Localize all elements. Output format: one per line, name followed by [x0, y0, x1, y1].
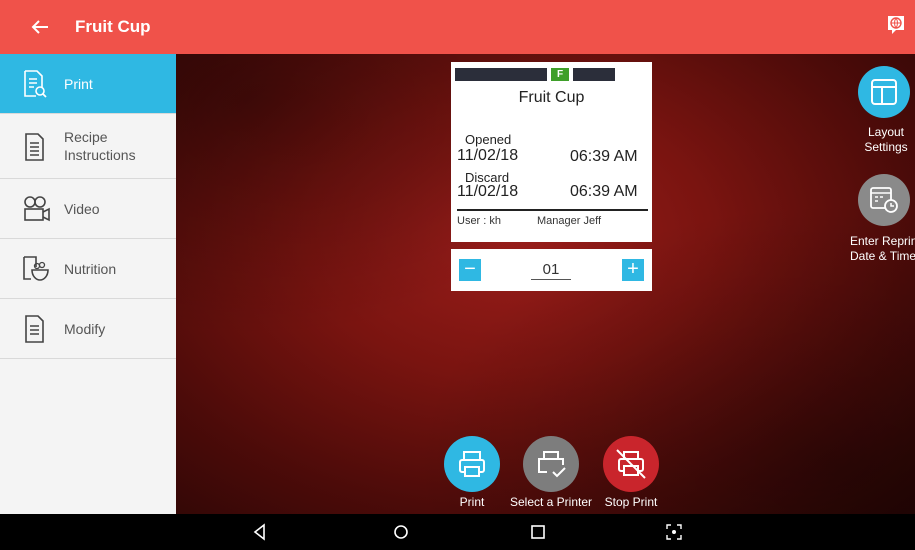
- barcode-bar: [455, 68, 615, 81]
- calendar-clock-icon: [870, 187, 898, 213]
- minus-button[interactable]: −: [459, 259, 481, 281]
- document-lines-icon: [22, 133, 48, 161]
- layout-settings-button[interactable]: [858, 66, 910, 118]
- nav-back-icon[interactable]: [250, 522, 270, 542]
- sidebar-item-video[interactable]: Video: [0, 179, 176, 239]
- sidebar-item-label: Recipe Instructions: [64, 129, 136, 163]
- stop-print-button[interactable]: [603, 436, 659, 492]
- sidebar-item-recipe-instructions[interactable]: Recipe Instructions: [0, 114, 176, 179]
- discard-time: 06:39 AM: [570, 183, 638, 200]
- sidebar: Print Recipe Instructions Video Nutritio…: [0, 54, 176, 514]
- screenshot-icon[interactable]: [664, 522, 684, 542]
- print-label: Print: [459, 495, 485, 509]
- nav-recents-icon[interactable]: [528, 522, 548, 542]
- select-printer-label: Select a Printer: [509, 495, 593, 509]
- quantity-stepper: − 01 +: [451, 249, 652, 291]
- manager-text: Manager Jeff: [537, 215, 602, 227]
- sidebar-item-print[interactable]: Print: [0, 54, 176, 114]
- select-printer-button[interactable]: [523, 436, 579, 492]
- document-search-icon: [22, 70, 48, 98]
- label-preview-card: F Fruit Cup Opened 11/02/18 06:39 AM Dis…: [451, 62, 652, 242]
- enter-reprint-label: Enter Reprint Date & Time: [850, 234, 915, 263]
- printer-check-icon: [538, 451, 566, 478]
- divider: [457, 209, 648, 211]
- barcode-gap: [569, 68, 573, 81]
- sidebar-item-label: Nutrition: [64, 261, 117, 277]
- plus-button[interactable]: +: [622, 259, 644, 281]
- top-app-bar: Fruit Cup: [0, 0, 915, 54]
- stop-print-label: Stop Print: [604, 495, 658, 509]
- quantity-input[interactable]: 01: [531, 260, 571, 280]
- document-edit-icon: [22, 315, 48, 343]
- video-camera-icon: [22, 195, 52, 223]
- back-arrow-icon[interactable]: [28, 15, 52, 39]
- sidebar-item-label: Video: [64, 201, 100, 217]
- opened-date: 11/02/18: [457, 147, 519, 164]
- day-code-badge: F: [551, 68, 569, 81]
- printer-off-icon: [616, 449, 646, 479]
- globe-chat-icon[interactable]: [885, 14, 907, 36]
- user-text: User : kh: [457, 215, 502, 227]
- main-canvas: F Fruit Cup Opened 11/02/18 06:39 AM Dis…: [176, 54, 915, 514]
- sidebar-item-modify[interactable]: Modify: [0, 299, 176, 359]
- nav-home-icon[interactable]: [391, 522, 411, 542]
- layout-icon: [871, 79, 897, 105]
- sidebar-item-nutrition[interactable]: Nutrition: [0, 239, 176, 299]
- layout-settings-label: Layout Settings: [864, 125, 908, 154]
- system-nav-bar: [0, 514, 915, 550]
- sidebar-item-label: Modify: [64, 321, 106, 337]
- nutrition-bowl-icon: [22, 255, 49, 283]
- printer-icon: [459, 451, 485, 477]
- opened-label: Opened: [465, 132, 512, 147]
- discard-date: 11/02/18: [457, 183, 519, 200]
- page-title: Fruit Cup: [75, 17, 151, 36]
- print-button[interactable]: [444, 436, 500, 492]
- sidebar-item-label: Print: [64, 76, 93, 92]
- label-title: Fruit Cup: [518, 89, 585, 106]
- opened-time: 06:39 AM: [570, 148, 638, 165]
- enter-reprint-button[interactable]: [858, 174, 910, 226]
